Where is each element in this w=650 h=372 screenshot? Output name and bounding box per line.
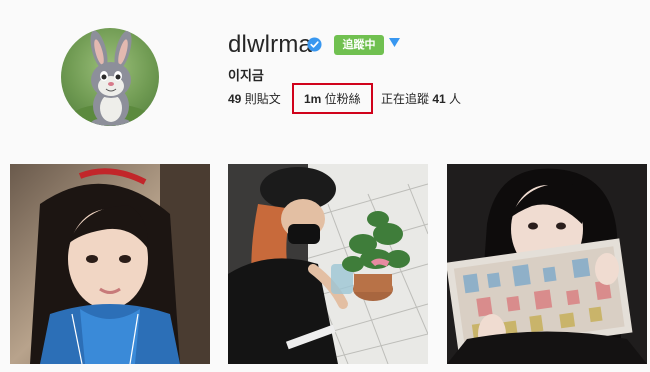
bunny-avatar-image (70, 30, 150, 126)
post-thumbnail-2[interactable] (228, 164, 428, 364)
post-thumbnail-1[interactable] (10, 164, 210, 364)
post-image-selfie (10, 164, 210, 364)
followers-count: 1m (304, 92, 322, 106)
following-suffix: 人 (445, 92, 462, 106)
post-image-card (447, 164, 647, 364)
post-thumbnail-3[interactable] (447, 164, 647, 364)
following-count: 41 (432, 92, 446, 106)
profile-full-name: 이지금 (228, 68, 264, 83)
following-prefix: 正在追蹤 (381, 92, 433, 106)
posts-count-stat[interactable]: 49 則貼文 (228, 90, 281, 107)
followers-label: 位粉絲 (321, 92, 361, 106)
followers-count-stat[interactable]: 1m 位粉絲 (292, 83, 373, 114)
triangle-down-icon[interactable] (389, 38, 400, 48)
profile-avatar[interactable] (61, 28, 159, 126)
following-button[interactable]: 追蹤中 (334, 35, 384, 55)
verified-badge-icon (307, 37, 322, 52)
post-image-plants (228, 164, 428, 364)
posts-count: 49 (228, 92, 242, 106)
following-count-stat[interactable]: 正在追蹤 41 人 (381, 90, 461, 107)
profile-username: dlwlrma (228, 31, 313, 58)
posts-label: 則貼文 (241, 92, 281, 106)
